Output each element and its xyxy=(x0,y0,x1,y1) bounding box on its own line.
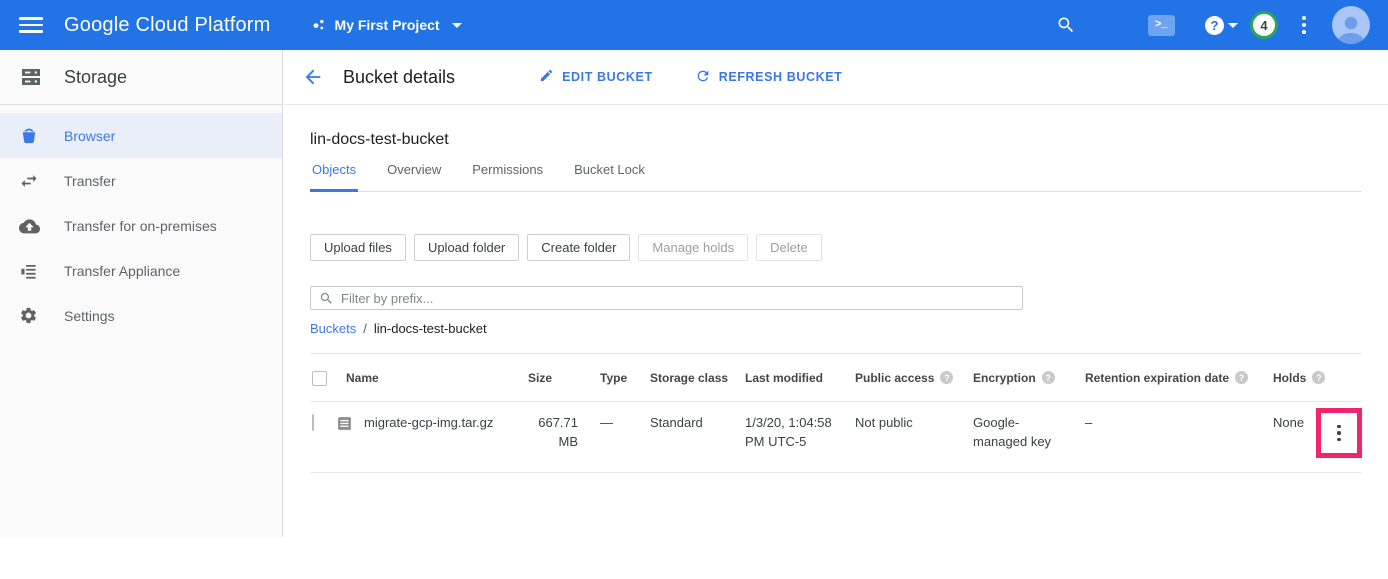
filter-box xyxy=(310,286,1023,310)
tab-bucket-lock[interactable]: Bucket Lock xyxy=(572,162,647,192)
upload-folder-button[interactable]: Upload folder xyxy=(414,234,519,261)
chevron-down-icon xyxy=(1228,23,1238,28)
row-overflow-menu-icon[interactable] xyxy=(1333,421,1345,446)
help-icon[interactable]: ? xyxy=(1235,371,1248,384)
bucket-icon xyxy=(19,126,41,146)
gcp-storage-page: Google Cloud Platform My First Project >… xyxy=(0,0,1388,579)
breadcrumb-current: lin-docs-test-bucket xyxy=(374,321,487,336)
column-header-public-access: Public access? xyxy=(849,371,955,385)
sidebar-item-browser[interactable]: Browser xyxy=(0,113,282,158)
search-icon[interactable] xyxy=(1056,15,1076,35)
cell-storage_class: Standard xyxy=(645,414,745,433)
topbar-right: >_ ? 4 xyxy=(1056,6,1388,44)
breadcrumb-buckets-link[interactable]: Buckets xyxy=(310,321,356,336)
cloud-upload-icon xyxy=(19,217,41,234)
help-icon[interactable]: ? xyxy=(940,371,953,384)
column-header-encryption: Encryption? xyxy=(955,371,1055,385)
bucket-name: lin-docs-test-bucket xyxy=(310,131,1362,149)
cell-size: 667.71 MB xyxy=(528,414,578,452)
sidebar-item-settings[interactable]: Settings xyxy=(0,293,282,338)
row-checkbox[interactable] xyxy=(312,414,314,431)
help-icon[interactable]: ? xyxy=(1312,371,1325,384)
project-selector[interactable]: My First Project xyxy=(311,17,462,33)
file-icon xyxy=(336,415,353,438)
chevron-down-icon xyxy=(452,23,462,28)
page-title: Bucket details xyxy=(343,67,455,88)
cell-retention: – xyxy=(1055,414,1255,433)
sidebar-item-transfer-for-on-premises[interactable]: Transfer for on-premises xyxy=(0,203,282,248)
sidebar-item-label: Browser xyxy=(64,128,115,144)
edit-bucket-button[interactable]: EDIT BUCKET xyxy=(539,68,653,86)
bucket-content: lin-docs-test-bucket Objects Overview Perm… xyxy=(284,131,1388,473)
avatar[interactable] xyxy=(1332,6,1370,44)
search-icon xyxy=(319,291,334,306)
breadcrumb-separator: / xyxy=(363,321,367,336)
objects-table: NameSizeTypeStorage classLast modifiedPu… xyxy=(310,353,1362,473)
tab-overview[interactable]: Overview xyxy=(385,162,443,192)
notifications-badge[interactable]: 4 xyxy=(1250,11,1278,39)
manage-holds-button[interactable]: Manage holds xyxy=(638,234,748,261)
sidebar-item-label: Transfer xyxy=(64,173,116,189)
help-icon: ? xyxy=(1205,16,1224,35)
column-header-type: Type xyxy=(578,371,645,385)
tab-permissions[interactable]: Permissions xyxy=(470,162,545,192)
menu-icon[interactable] xyxy=(19,17,43,33)
table-row: migrate-gcp-img.tar.gz 667.71 MB—Standard… xyxy=(310,402,1362,473)
table-header-row: NameSizeTypeStorage classLast modifiedPu… xyxy=(310,354,1362,402)
cell-holds: None xyxy=(1255,414,1316,433)
pencil-icon xyxy=(539,68,554,86)
back-arrow-icon[interactable] xyxy=(300,64,326,90)
filter-prefix-input[interactable] xyxy=(341,291,1022,306)
sidebar-item-transfer[interactable]: Transfer xyxy=(0,158,282,203)
gear-icon xyxy=(19,306,41,325)
column-header-last-modified: Last modified xyxy=(745,371,849,385)
refresh-icon xyxy=(695,68,711,87)
sidebar-header: Storage xyxy=(0,50,282,105)
sidebar-items: Browser Transfer Transfer for on-premises T… xyxy=(0,105,282,338)
cell-last_modified: 1/3/20, 1:04:58 PM UTC-5 xyxy=(745,414,849,452)
bucket-tabs: Objects Overview Permissions Bucket Lock xyxy=(310,162,1362,192)
sidebar-title: Storage xyxy=(64,67,127,88)
help-icon[interactable]: ? xyxy=(1042,371,1055,384)
delete-button[interactable]: Delete xyxy=(756,234,822,261)
project-icon xyxy=(311,17,327,33)
refresh-bucket-button[interactable]: REFRESH BUCKET xyxy=(695,68,843,87)
column-header-storage-class: Storage class xyxy=(645,371,745,385)
sidebar: Storage Browser Transfer Transfer for on-p… xyxy=(0,50,283,537)
help-menu[interactable]: ? xyxy=(1205,16,1238,35)
cell-public_access: Not public xyxy=(849,414,955,433)
cloud-shell-icon[interactable]: >_ xyxy=(1148,15,1175,36)
swap-arrows-icon xyxy=(19,171,41,191)
column-header-holds: Holds? xyxy=(1255,371,1316,385)
column-header-size: Size xyxy=(528,371,578,385)
project-name: My First Project xyxy=(335,17,440,33)
gcp-logo: Google Cloud Platform xyxy=(64,14,271,37)
more-options-icon[interactable] xyxy=(1302,16,1306,34)
breadcrumb: Buckets / lin-docs-test-bucket xyxy=(310,321,1362,336)
column-header-name: Name xyxy=(336,371,528,385)
annotation-highlight-box xyxy=(1316,408,1362,458)
cell-encryption: Google-managed key xyxy=(955,414,1055,452)
sidebar-item-label: Transfer for on-premises xyxy=(64,218,217,234)
tab-objects[interactable]: Objects xyxy=(310,162,358,192)
table-body: migrate-gcp-img.tar.gz 667.71 MB—Standard… xyxy=(310,402,1362,473)
upload-files-button[interactable]: Upload files xyxy=(310,234,406,261)
object-toolbar: Upload files Upload folder Create folder Ma… xyxy=(310,234,1362,261)
sidebar-item-transfer-appliance[interactable]: Transfer Appliance xyxy=(0,248,282,293)
object-name-link[interactable]: migrate-gcp-img.tar.gz xyxy=(364,414,493,433)
top-bar: Google Cloud Platform My First Project >… xyxy=(0,0,1388,50)
app-window: Google Cloud Platform My First Project >… xyxy=(0,0,1388,537)
column-header-retention-expiration-date: Retention expiration date? xyxy=(1055,371,1255,385)
select-all-checkbox[interactable] xyxy=(312,371,327,386)
storage-product-icon xyxy=(18,65,44,89)
sidebar-item-label: Transfer Appliance xyxy=(64,263,180,279)
cell-name: migrate-gcp-img.tar.gz xyxy=(336,414,528,438)
appliance-list-icon xyxy=(19,261,41,280)
cell-type: — xyxy=(578,414,645,433)
main-panel: Bucket details EDIT BUCKET REFRESH BUCKE… xyxy=(284,50,1388,537)
create-folder-button[interactable]: Create folder xyxy=(527,234,630,261)
sidebar-item-label: Settings xyxy=(64,308,115,324)
page-header: Bucket details EDIT BUCKET REFRESH BUCKE… xyxy=(284,50,1388,105)
